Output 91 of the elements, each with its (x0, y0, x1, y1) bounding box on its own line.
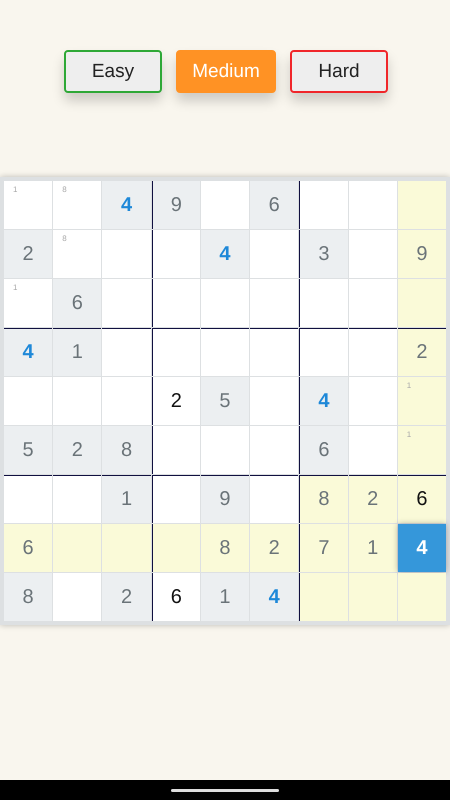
sudoku-cell[interactable]: 2 (348, 475, 397, 523)
sudoku-cell[interactable] (250, 475, 298, 523)
sudoku-cell[interactable] (250, 377, 298, 425)
sudoku-cell[interactable] (152, 279, 200, 327)
sudoku-cell[interactable]: 9 (200, 475, 250, 523)
home-handle[interactable] (171, 788, 279, 792)
sudoku-cell[interactable]: 2 (102, 573, 151, 621)
pencil-mark: 1 (13, 283, 18, 292)
pencil-mark: 1 (13, 185, 18, 194)
sudoku-cell[interactable] (398, 279, 446, 327)
sudoku-cell[interactable]: 4 (102, 181, 151, 229)
sudoku-cell[interactable] (53, 377, 102, 425)
sudoku-cell[interactable] (348, 426, 397, 474)
sudoku-cell[interactable] (200, 279, 250, 327)
sudoku-cell[interactable] (250, 426, 298, 474)
sudoku-cell[interactable]: 1 (398, 377, 446, 425)
sudoku-cell[interactable]: 8 (299, 475, 348, 523)
sudoku-cell[interactable] (348, 328, 397, 376)
sudoku-cell[interactable]: 5 (200, 377, 250, 425)
sudoku-cell[interactable] (299, 328, 348, 376)
pencil-mark: 8 (62, 234, 67, 243)
sudoku-cell[interactable] (102, 230, 151, 278)
sudoku-cell[interactable] (348, 573, 397, 621)
sudoku-cell[interactable]: 1 (53, 328, 102, 376)
sudoku-cell[interactable]: 1 (348, 524, 397, 572)
sudoku-cell[interactable] (152, 328, 200, 376)
sudoku-cell[interactable] (348, 279, 397, 327)
sudoku-cell[interactable]: 7 (299, 524, 348, 572)
sudoku-cell[interactable] (53, 475, 102, 523)
sudoku-cell[interactable] (152, 426, 200, 474)
pencil-mark: 8 (62, 185, 67, 194)
sudoku-cell[interactable]: 4 (200, 230, 250, 278)
sudoku-cell[interactable] (4, 475, 52, 523)
sudoku-cell[interactable]: 6 (4, 524, 52, 572)
difficulty-button[interactable]: Hard (290, 50, 388, 93)
difficulty-button[interactable]: Medium (176, 50, 276, 93)
sudoku-cell[interactable]: 6 (250, 181, 298, 229)
sudoku-cell[interactable] (398, 181, 446, 229)
sudoku-cell[interactable] (200, 181, 250, 229)
sudoku-cell[interactable] (200, 426, 250, 474)
sudoku-cell[interactable]: 8 (4, 573, 52, 621)
sudoku-cell[interactable]: 2 (398, 328, 446, 376)
sudoku-cell[interactable]: 2 (250, 524, 298, 572)
sudoku-cell[interactable] (299, 573, 348, 621)
sudoku-cell[interactable]: 2 (152, 377, 200, 425)
sudoku-cell[interactable]: 6 (299, 426, 348, 474)
sudoku-cell[interactable] (250, 328, 298, 376)
sudoku-cell[interactable]: 4 (398, 524, 446, 572)
sudoku-cell[interactable]: 1 (4, 279, 52, 327)
sudoku-cell[interactable] (53, 524, 102, 572)
sudoku-cell[interactable] (102, 524, 151, 572)
sudoku-cell[interactable] (152, 524, 200, 572)
sudoku-cell[interactable] (348, 181, 397, 229)
sudoku-cell[interactable]: 1 (102, 475, 151, 523)
sudoku-cell[interactable]: 4 (299, 377, 348, 425)
sudoku-cell[interactable]: 9 (152, 181, 200, 229)
sudoku-cell[interactable]: 1 (200, 573, 250, 621)
sudoku-cell[interactable] (348, 230, 397, 278)
sudoku-cell[interactable]: 6 (152, 573, 200, 621)
sudoku-cell[interactable]: 1 (4, 181, 52, 229)
sudoku-cell[interactable] (200, 328, 250, 376)
sudoku-cell[interactable] (250, 230, 298, 278)
sudoku-cell[interactable] (102, 377, 151, 425)
sudoku-cell[interactable]: 5 (4, 426, 52, 474)
sudoku-cell[interactable]: 9 (398, 230, 446, 278)
sudoku-cell[interactable]: 1 (398, 426, 446, 474)
difficulty-button[interactable]: Easy (64, 50, 162, 93)
sudoku-cell[interactable]: 8 (102, 426, 151, 474)
sudoku-cell[interactable] (102, 279, 151, 327)
sudoku-cell[interactable]: 8 (200, 524, 250, 572)
sudoku-cell[interactable]: 3 (299, 230, 348, 278)
sudoku-cell[interactable] (299, 181, 348, 229)
sudoku-cell[interactable] (152, 475, 200, 523)
sudoku-cell[interactable]: 6 (398, 475, 446, 523)
pencil-mark: 1 (406, 381, 412, 390)
sudoku-cell[interactable] (348, 377, 397, 425)
sudoku-cell[interactable]: 6 (53, 279, 102, 327)
sudoku-cell[interactable] (102, 328, 151, 376)
sudoku-cell[interactable] (398, 573, 446, 621)
sudoku-cell[interactable]: 8 (53, 230, 102, 278)
sudoku-cell[interactable] (4, 377, 52, 425)
sudoku-cell[interactable]: 2 (4, 230, 52, 278)
sudoku-cell[interactable] (250, 279, 298, 327)
sudoku-cell[interactable]: 2 (53, 426, 102, 474)
sudoku-cell[interactable]: 4 (4, 328, 52, 376)
sudoku-cell[interactable] (299, 279, 348, 327)
pencil-mark: 1 (406, 430, 412, 439)
sudoku-cell[interactable]: 4 (250, 573, 298, 621)
sudoku-cell[interactable]: 8 (53, 181, 102, 229)
sudoku-cell[interactable] (152, 230, 200, 278)
sudoku-cell[interactable] (53, 573, 102, 621)
